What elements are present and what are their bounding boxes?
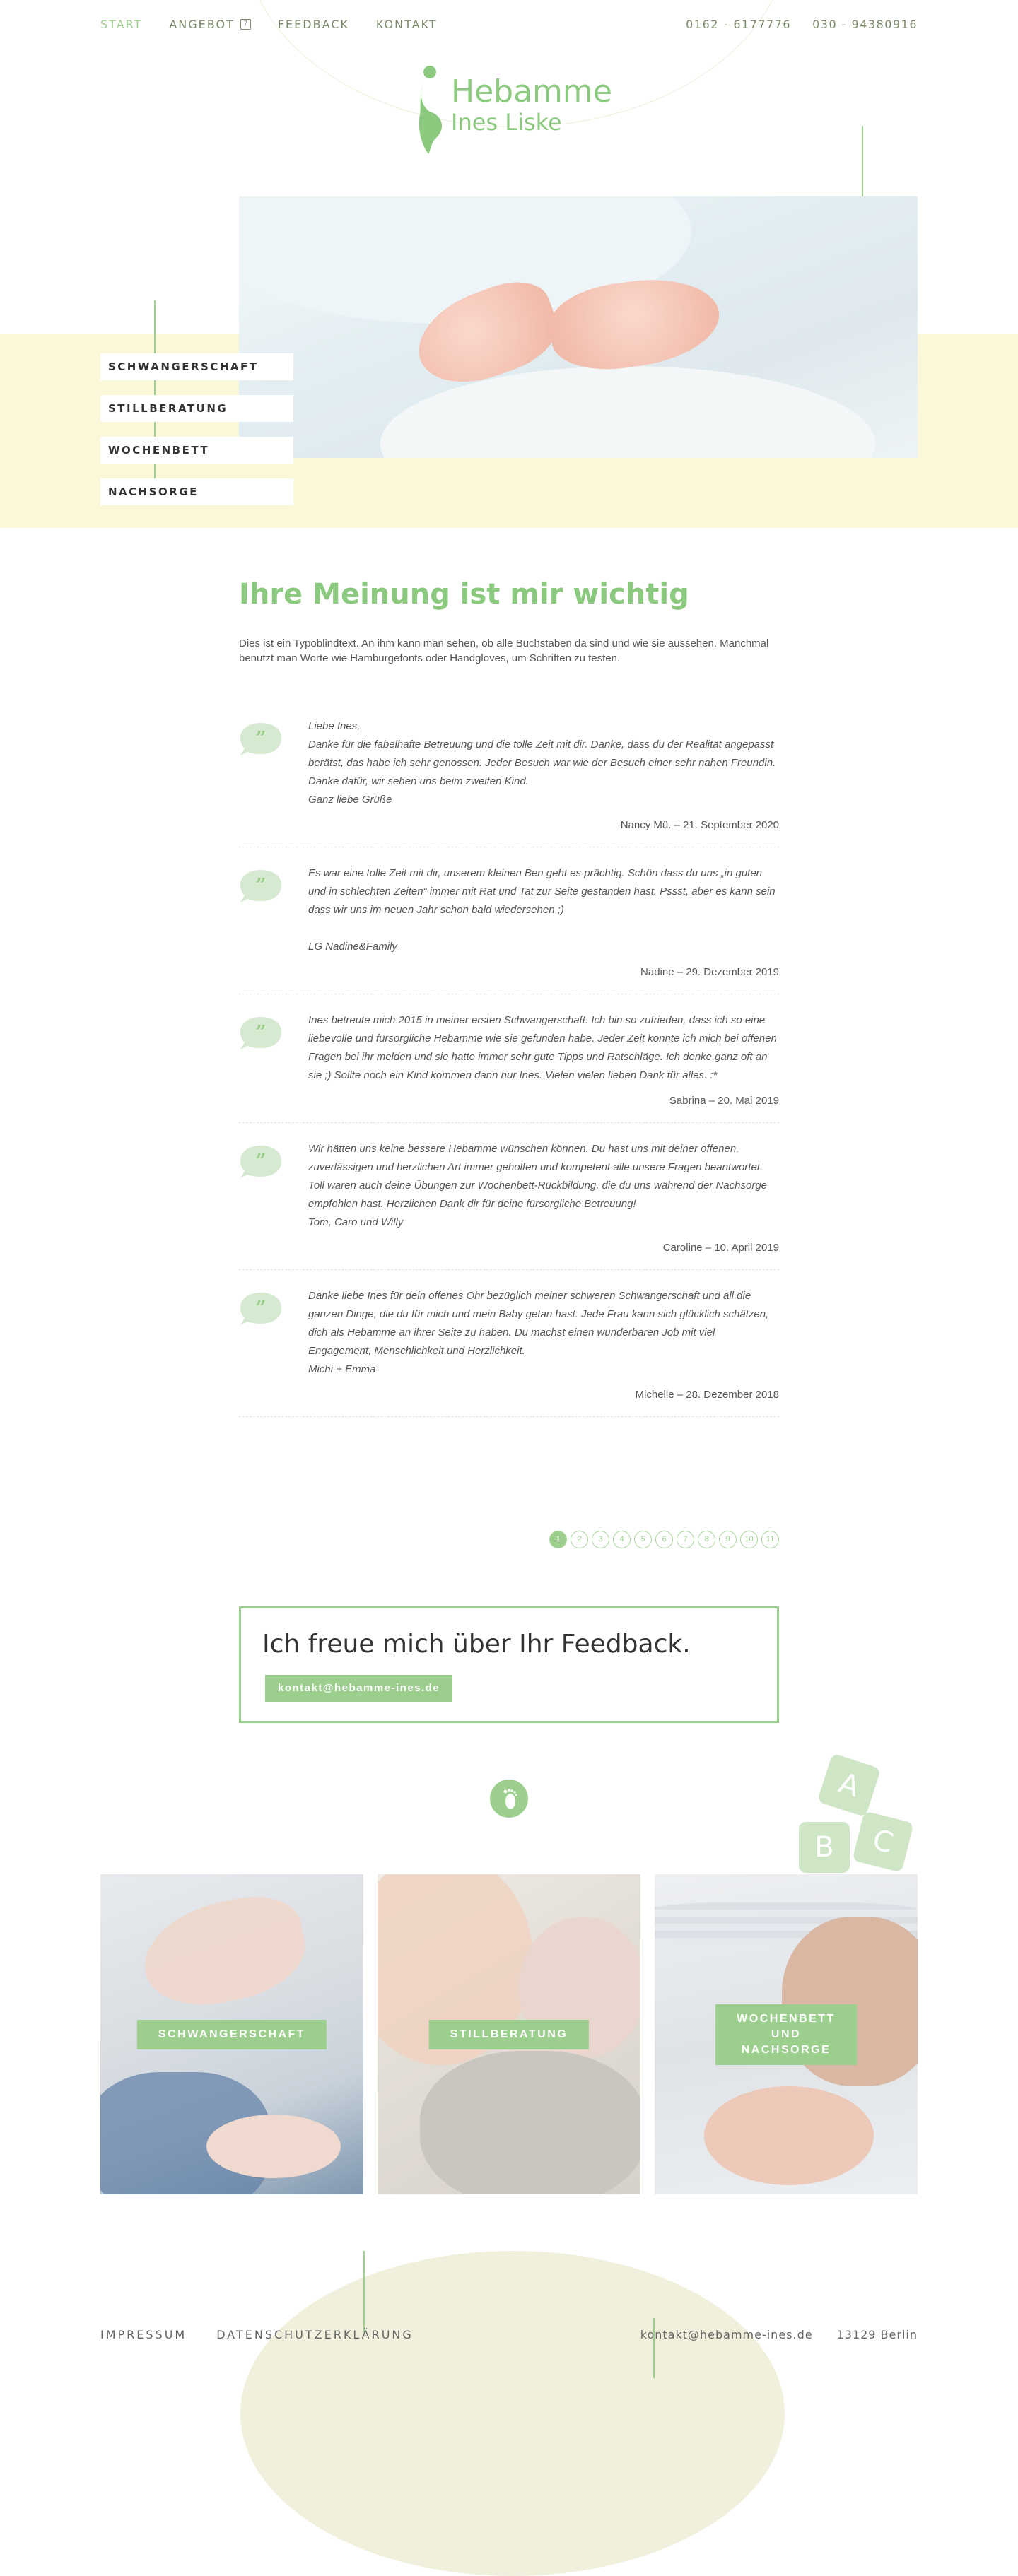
svg-text:”: ” [256, 1022, 267, 1043]
page-11[interactable]: 11 [761, 1531, 779, 1548]
feedback-box: Ich freue mich über Ihr Feedback. kontak… [239, 1606, 779, 1723]
page-5[interactable]: 5 [634, 1531, 652, 1548]
service-cards: SCHWANGERSCHAFT STILLBERATUNG WOCHENBETT… [100, 1874, 918, 2194]
page-8[interactable]: 8 [698, 1531, 715, 1548]
testimonial-author-date: Michelle – 28. Dezember 2018 [635, 1389, 779, 1401]
pagination: 1 2 3 4 5 6 7 8 9 10 11 [549, 1531, 779, 1548]
testimonial-author-date: Sabrina – 20. Mai 2019 [669, 1095, 779, 1107]
testimonial-item: ” Wir hätten uns keine bessere Hebamme w… [239, 1140, 779, 1270]
svg-text:”: ” [256, 1151, 267, 1172]
logo-title: Hebamme [451, 73, 612, 110]
testimonial-author-date: Nadine – 29. Dezember 2019 [640, 966, 779, 978]
site-logo[interactable]: Hebamme Ines Liske [416, 65, 612, 157]
testimonial-text: Danke liebe Ines für dein offenes Ohr be… [308, 1290, 769, 1375]
feedback-title: Ich freue mich über Ihr Feedback. [262, 1630, 691, 1659]
quote-bubble-icon: ” [240, 1146, 281, 1178]
quote-bubble-icon: ” [240, 1293, 281, 1325]
testimonial-item: ” Liebe Ines, Danke für die fabelhafte B… [239, 717, 779, 847]
page-9[interactable]: 9 [719, 1531, 737, 1548]
side-menu: SCHWANGERSCHAFT STILLBERATUNG WOCHENBETT… [100, 353, 293, 520]
footer-email[interactable]: kontakt@hebamme-ines.de [640, 2328, 813, 2341]
nav-angebot-label: ANGEBOT [169, 18, 235, 31]
testimonial-author-date: Nancy Mü. – 21. September 2020 [620, 819, 779, 831]
side-menu-wochenbett[interactable]: WOCHENBETT [100, 437, 293, 464]
block-a: A [817, 1753, 882, 1818]
testimonial-item: ” Danke liebe Ines für dein offenes Ohr … [239, 1287, 779, 1417]
abc-blocks: A B C [795, 1753, 923, 1880]
dropdown-icon[interactable]: ? [240, 19, 251, 30]
logo-subtitle: Ines Liske [451, 109, 562, 136]
intro-text: Dies ist ein Typoblindtext. An ihm kann … [239, 637, 769, 664]
testimonial-text: Es war eine tolle Zeit mit dir, unserem … [308, 867, 776, 953]
decorative-line [653, 2318, 655, 2378]
card-label: STILLBERATUNG [428, 2019, 590, 2049]
page-1[interactable]: 1 [549, 1531, 567, 1548]
card-label: WOCHENBETT UND NACHSORGE [715, 2004, 857, 2065]
page-10[interactable]: 10 [740, 1531, 758, 1548]
card-wochenbett[interactable]: WOCHENBETT UND NACHSORGE [655, 1874, 918, 2194]
footer-contact: kontakt@hebamme-ines.de 13129 Berlin [640, 2328, 918, 2341]
quote-bubble-icon: ” [240, 870, 281, 902]
card-stillberatung[interactable]: STILLBERATUNG [378, 1874, 640, 2194]
block-c: C [852, 1811, 914, 1873]
testimonial-item: ” Ines betreute mich 2015 in meiner erst… [239, 1011, 779, 1123]
decorative-blob [240, 2251, 785, 2576]
quote-bubble-icon: ” [240, 1017, 281, 1049]
svg-text:”: ” [256, 875, 267, 896]
block-b: B [799, 1822, 850, 1873]
phone-numbers: 0162 - 6177776 030 - 94380916 [686, 18, 918, 31]
page-6[interactable]: 6 [655, 1531, 673, 1548]
footer-city: 13129 Berlin [836, 2328, 918, 2341]
quote-bubble-icon: ” [240, 723, 281, 755]
page-2[interactable]: 2 [571, 1531, 588, 1548]
footer-impressum[interactable]: IMPRESSUM [100, 2328, 187, 2341]
testimonial-list: ” Liebe Ines, Danke für die fabelhafte B… [239, 717, 779, 1434]
page-4[interactable]: 4 [613, 1531, 631, 1548]
side-menu-schwangerschaft[interactable]: SCHWANGERSCHAFT [100, 353, 293, 380]
svg-text:”: ” [256, 728, 267, 749]
nav-angebot[interactable]: ANGEBOT ? [169, 18, 251, 31]
phone-landline[interactable]: 030 - 94380916 [812, 18, 918, 31]
feedback-email-button[interactable]: kontakt@hebamme-ines.de [265, 1675, 453, 1702]
pregnant-woman-icon [419, 66, 443, 154]
main-nav: START ANGEBOT ? FEEDBACK KONTAKT [100, 18, 438, 31]
testimonial-author-date: Caroline – 10. April 2019 [662, 1242, 779, 1254]
side-menu-stillberatung[interactable]: STILLBERATUNG [100, 395, 293, 422]
card-label: SCHWANGERSCHAFT [136, 2019, 327, 2049]
testimonial-text: Ines betreute mich 2015 in meiner ersten… [308, 1014, 777, 1081]
footprint-glyph [503, 1789, 517, 1809]
page-title: Ihre Meinung ist mir wichtig [239, 578, 689, 611]
decorative-line [363, 2251, 365, 2332]
side-menu-nachsorge[interactable]: NACHSORGE [100, 478, 293, 505]
page-3[interactable]: 3 [592, 1531, 609, 1548]
nav-kontakt[interactable]: KONTAKT [376, 18, 438, 31]
page-7[interactable]: 7 [677, 1531, 694, 1548]
testimonial-item: ” Es war eine tolle Zeit mit dir, unsere… [239, 864, 779, 994]
card-schwangerschaft[interactable]: SCHWANGERSCHAFT [100, 1874, 363, 2194]
footprint-icon [490, 1780, 528, 1818]
nav-start[interactable]: START [100, 18, 142, 31]
testimonial-text: Wir hätten uns keine bessere Hebamme wün… [308, 1143, 768, 1228]
testimonial-text: Liebe Ines, Danke für die fabelhafte Bet… [308, 720, 776, 806]
nav-feedback[interactable]: FEEDBACK [278, 18, 349, 31]
svg-text:”: ” [256, 1298, 267, 1319]
footer-datenschutz[interactable]: DATENSCHUTZERKLÄRUNG [216, 2328, 414, 2341]
hero-image [239, 196, 918, 458]
footer-links: IMPRESSUM DATENSCHUTZERKLÄRUNG [100, 2328, 414, 2341]
phone-mobile[interactable]: 0162 - 6177776 [686, 18, 791, 31]
